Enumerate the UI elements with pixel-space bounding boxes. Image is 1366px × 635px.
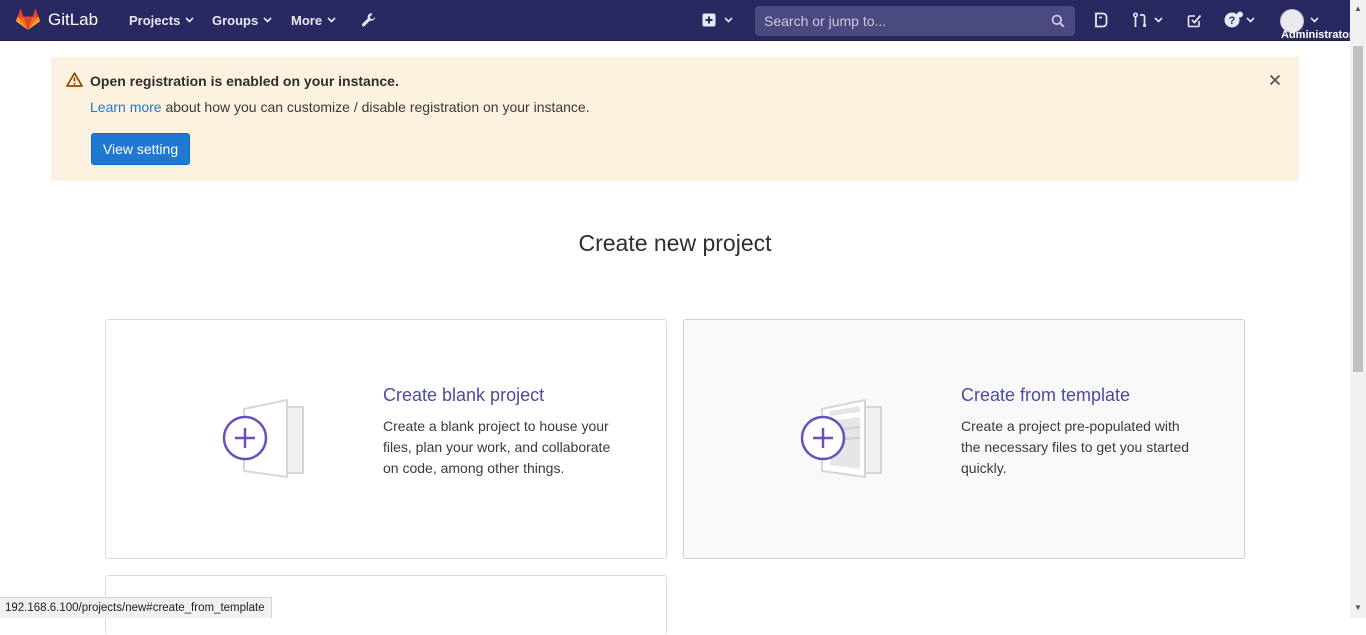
plus-square-icon — [702, 13, 716, 27]
help-question-icon: ? — [1224, 11, 1243, 28]
new-item-dropdown[interactable] — [702, 0, 733, 40]
chevron-down-icon — [1154, 17, 1163, 23]
issues-icon — [1095, 12, 1108, 28]
panel-title: Create blank project — [383, 385, 545, 405]
chevron-down-icon — [724, 17, 733, 23]
merge-requests-dropdown[interactable] — [1132, 0, 1163, 40]
warning-icon — [66, 72, 83, 87]
wrench-icon — [361, 13, 376, 27]
blank-project-illustration-icon — [222, 399, 304, 478]
learn-more-link[interactable]: Learn more — [90, 99, 162, 115]
search-placeholder: Search or jump to... — [764, 13, 887, 29]
create-blank-project-panel[interactable]: Create blank project Create a blank proj… — [105, 319, 667, 559]
scroll-down-arrow-icon[interactable]: ▼ — [1354, 603, 1362, 612]
panel-description: Create a blank project to house your fil… — [383, 418, 611, 476]
page-title: Create new project — [578, 230, 772, 256]
panel-description: Create a project pre-populated with the … — [961, 418, 1190, 476]
nav-more-label: More — [291, 12, 323, 28]
chevron-down-icon — [185, 17, 194, 23]
gitlab-home-link[interactable]: GitLab — [16, 0, 98, 40]
todos-link[interactable] — [1187, 0, 1202, 40]
vertical-scrollbar[interactable]: ▲ ▼ — [1350, 0, 1366, 618]
chevron-down-icon — [1310, 17, 1319, 23]
alert-body: Learn more about how you can customize /… — [90, 99, 590, 115]
brand-name: GitLab — [48, 10, 99, 29]
search-icon — [1051, 14, 1065, 28]
search-input[interactable]: Search or jump to... — [755, 6, 1075, 36]
registration-alert: Open registration is enabled on your ins… — [51, 57, 1299, 181]
chevron-down-icon — [1246, 17, 1255, 23]
merge-request-icon — [1132, 12, 1147, 28]
nav-more-dropdown[interactable]: More — [291, 0, 336, 40]
scrollbar-thumb[interactable] — [1353, 46, 1363, 372]
status-bar-url: 192.168.6.100/projects/new#create_from_t… — [0, 597, 272, 618]
nav-groups-label: Groups — [212, 12, 259, 28]
nav-projects-label: Projects — [129, 12, 181, 28]
close-icon[interactable] — [1269, 74, 1281, 86]
alert-title: Open registration is enabled on your ins… — [90, 73, 399, 89]
todo-check-icon — [1187, 14, 1202, 27]
user-name-label: Administrator — [1281, 29, 1351, 41]
scroll-up-arrow-icon[interactable]: ▲ — [1354, 4, 1362, 13]
chevron-down-icon — [327, 17, 336, 23]
top-navbar: GitLab Projects Groups More Search or ju… — [0, 0, 1351, 41]
admin-area-link[interactable] — [361, 0, 377, 40]
create-from-template-panel[interactable]: Create from template Create a project pr… — [683, 319, 1245, 559]
svg-text:?: ? — [1229, 15, 1236, 27]
chevron-down-icon — [263, 17, 272, 23]
issues-link[interactable] — [1093, 0, 1109, 40]
nav-projects-dropdown[interactable]: Projects — [129, 0, 194, 40]
alert-body-text: about how you can customize / disable re… — [161, 99, 590, 115]
view-setting-button[interactable]: View setting — [91, 133, 190, 165]
help-dropdown[interactable]: ? — [1224, 0, 1255, 40]
template-project-illustration-icon — [800, 399, 882, 478]
panel-title: Create from template — [961, 385, 1131, 405]
nav-groups-dropdown[interactable]: Groups — [212, 0, 272, 40]
gitlab-logo-icon — [16, 9, 40, 30]
